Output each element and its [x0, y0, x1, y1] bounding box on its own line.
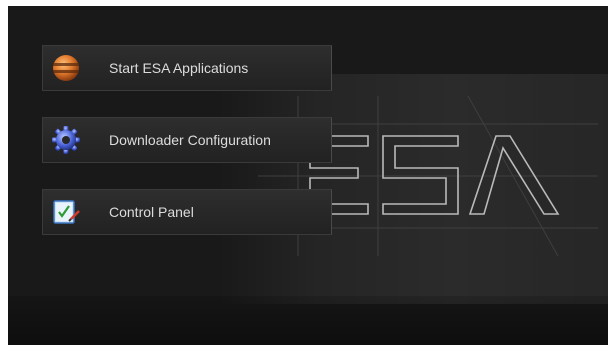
control-panel-label: Control Panel	[109, 204, 194, 220]
downloader-configuration-label: Downloader Configuration	[109, 132, 271, 148]
start-esa-applications-button[interactable]: Start ESA Applications	[42, 45, 332, 91]
launcher-screen: Start ESA Applications Downloader Config…	[8, 6, 608, 345]
control-panel-icon	[53, 200, 80, 224]
control-panel-button[interactable]: Control Panel	[42, 189, 332, 235]
bottom-shade	[8, 296, 608, 345]
gear-icon	[52, 126, 80, 154]
esa-sphere-icon	[53, 55, 79, 81]
downloader-configuration-button[interactable]: Downloader Configuration	[42, 117, 332, 163]
start-esa-applications-label: Start ESA Applications	[109, 60, 249, 76]
